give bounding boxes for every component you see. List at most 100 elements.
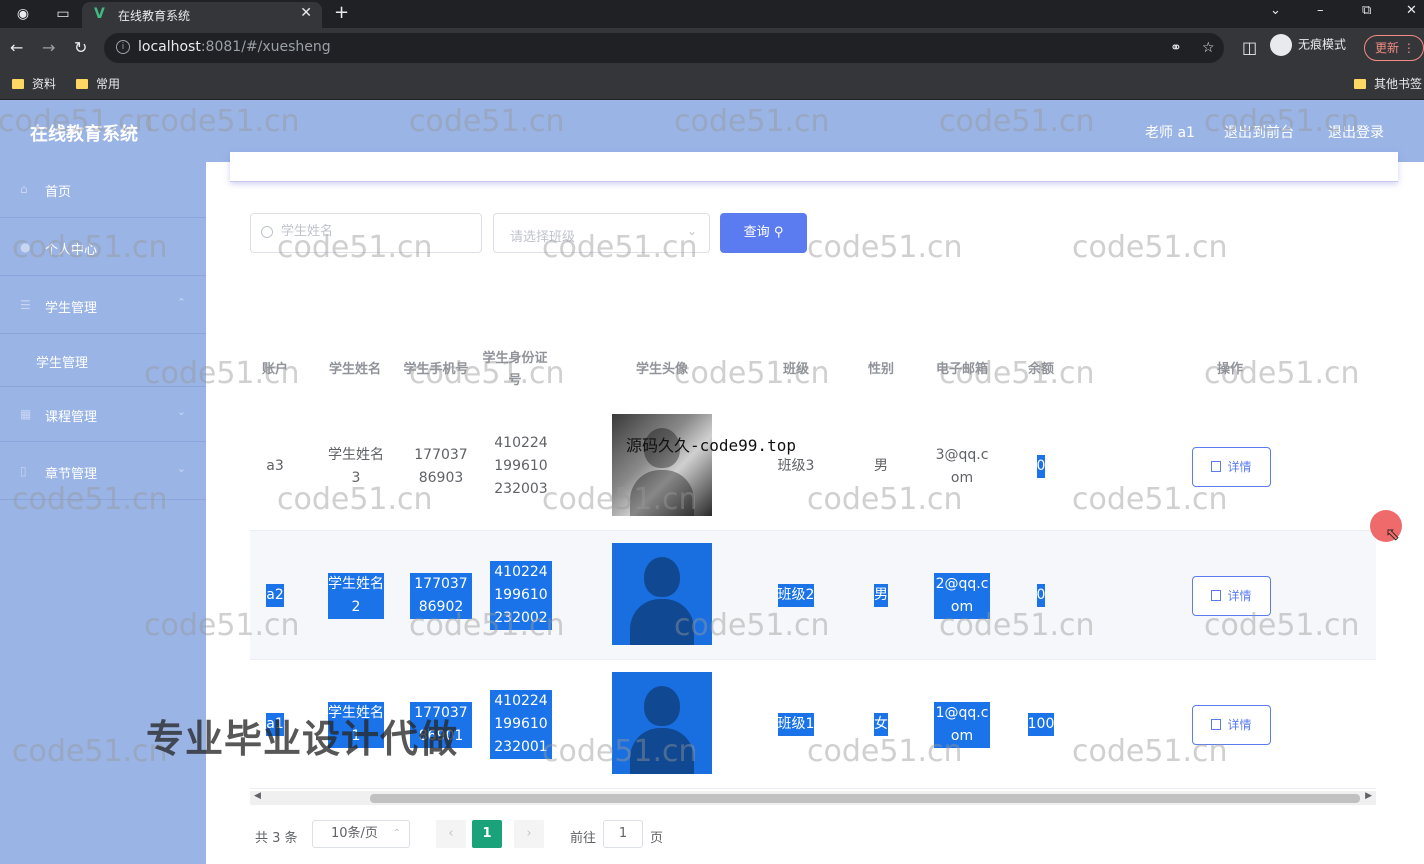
sidebar-item-course-management[interactable]: ▦ 课程管理 ⌄ <box>0 386 206 442</box>
cell-email: 1@qq.com <box>934 660 990 789</box>
class-select-placeholder: 请选择班级 <box>510 230 576 245</box>
browser-menu-icon[interactable]: ◉ <box>14 5 32 23</box>
col-header-gender: 性别 <box>867 362 894 377</box>
chevron-down-icon: ⌄ <box>176 405 186 418</box>
scrollbar-thumb[interactable] <box>370 794 1360 803</box>
name-value: 学生姓名2 <box>328 572 384 619</box>
bookmark-folder-changyong[interactable]: 常用 <box>76 75 120 92</box>
chevron-up-icon: ⌃ <box>176 296 186 309</box>
student-name-search[interactable] <box>250 213 482 253</box>
star-icon[interactable]: ☆ <box>1202 40 1215 56</box>
browser-tab-bar: ◉ ▭ V 在线教育系统 ✕ + ⌄ – ⧉ ✕ <box>0 0 1424 28</box>
page-size-select[interactable]: 10条/页 ⌃ <box>312 820 410 848</box>
goto-label: 前往 <box>570 831 597 846</box>
vue-favicon-icon: V <box>94 6 105 22</box>
chevron-up-icon: ⌃ <box>392 828 401 839</box>
detail-button[interactable]: 详情 <box>1192 447 1271 487</box>
page-suffix: 页 <box>650 831 664 846</box>
scroll-left-icon[interactable]: ◀ <box>254 791 261 801</box>
overlay-code-text: 源码久久-code99.top <box>626 436 796 455</box>
sidebar-item-home[interactable]: ⌂ 首页 <box>0 162 206 218</box>
cell-phone: 17703786902 <box>410 531 472 660</box>
student-avatar <box>612 414 712 516</box>
bookmark-label: 资料 <box>32 77 57 91</box>
goto-page-input[interactable]: 1 <box>603 820 643 848</box>
grid-icon: ▦ <box>20 407 32 421</box>
bookmarks-bar: 资料 常用 其他书签 <box>0 68 1424 100</box>
logout-link[interactable]: 退出登录 <box>1328 122 1384 142</box>
detail-label: 详情 <box>1227 589 1252 603</box>
cell-balance: 0 <box>1006 402 1076 531</box>
cell-balance: 0 <box>1006 531 1076 660</box>
scroll-right-icon[interactable]: ▶ <box>1365 791 1372 801</box>
tab-search-icon[interactable]: ⌄ <box>1270 3 1281 18</box>
page-number-current[interactable]: 1 <box>472 820 502 848</box>
detail-button[interactable]: 详情 <box>1192 705 1271 745</box>
menu-icon: ☰ <box>20 298 31 312</box>
home-icon: ⌂ <box>20 182 28 196</box>
back-to-front-link[interactable]: 退出到前台 <box>1224 122 1294 142</box>
col-header-name: 学生姓名 <box>328 362 381 377</box>
promo-overlay-text: 专业毕业设计代做 <box>146 717 459 761</box>
detail-button[interactable]: 详情 <box>1192 576 1271 616</box>
mouse-cursor-icon: ⬁ <box>1385 524 1401 545</box>
col-header-account: 账户 <box>261 362 288 377</box>
url-bar[interactable]: i localhost:8081/#/xuesheng ⚭ ☆ <box>104 33 1224 63</box>
col-header-email: 电子邮箱 <box>935 362 988 377</box>
url-path: :8081/#/xuesheng <box>200 39 331 55</box>
new-tab-icon[interactable]: + <box>334 2 349 23</box>
minimize-icon[interactable]: – <box>1317 3 1324 18</box>
gender-value: 女 <box>874 713 888 736</box>
idcard-value: 410224199610232003 <box>494 435 548 497</box>
sidebar-item-chapter-management[interactable]: ▯ 章节管理 ⌄ <box>0 444 206 500</box>
col-header-avatar: 学生头像 <box>635 362 688 377</box>
forward-icon[interactable]: → <box>42 38 55 57</box>
email-value: 3@qq.com <box>935 446 989 486</box>
url-text: localhost:8081/#/xuesheng <box>138 39 331 55</box>
col-header-idcard: 学生身份证号 <box>482 351 548 388</box>
cell-class: 班级2 <box>756 531 836 660</box>
bookmark-label: 其他书签 <box>1374 77 1423 91</box>
update-button[interactable]: 更新 ⋮ <box>1364 35 1424 61</box>
col-header-phone: 学生手机号 <box>403 362 469 377</box>
query-button[interactable]: 查询 ⚲ <box>720 213 807 253</box>
close-tab-icon[interactable]: ✕ <box>300 5 312 21</box>
cell-gender: 女 <box>846 660 916 789</box>
browser-tab-active[interactable]: V 在线教育系统 ✕ <box>82 2 322 28</box>
gender-value: 男 <box>874 458 888 474</box>
back-icon[interactable]: ← <box>10 38 23 57</box>
table-horizontal-scrollbar[interactable]: ◀ ▶ <box>250 791 1376 805</box>
search-icon: ⚲ <box>773 225 784 240</box>
cell-idcard: 410224199610232003 <box>490 402 552 531</box>
bookmark-folder-ziliao[interactable]: 资料 <box>12 75 56 92</box>
phone-value: 17703786902 <box>410 572 472 619</box>
cell-account: a2 <box>250 531 300 660</box>
sidebar-subitem-student-management[interactable]: 学生管理 <box>0 334 206 386</box>
breadcrumb-card <box>230 152 1398 182</box>
current-user: 老师 a1 <box>1145 125 1195 141</box>
sidebar-toggle-icon[interactable]: ◫ <box>1242 38 1257 57</box>
key-icon[interactable]: ⚭ <box>1170 40 1182 56</box>
url-host: localhost <box>138 39 201 55</box>
sidebar-item-profile[interactable]: ● 个人中心 <box>0 220 206 276</box>
reload-icon[interactable]: ↻ <box>74 38 87 57</box>
bookmark-folder-other[interactable]: 其他书签 <box>1354 75 1422 92</box>
next-page-button[interactable]: › <box>514 820 544 848</box>
cell-idcard: 410224199610232002 <box>490 531 552 660</box>
table-row: a3 学生姓名3 17703786903 410224199610232003 … <box>250 402 1376 531</box>
table-row: a2 学生姓名2 17703786902 410224199610232002 … <box>250 531 1376 660</box>
prev-page-button[interactable]: ‹ <box>436 820 466 848</box>
site-info-icon[interactable]: i <box>116 40 130 54</box>
account-value: a2 <box>266 584 284 607</box>
incognito-indicator[interactable]: 无痕模式 <box>1270 34 1346 56</box>
doc-icon: ▯ <box>20 464 27 478</box>
avatar-body <box>630 599 694 645</box>
maximize-icon[interactable]: ⧉ <box>1362 3 1371 18</box>
sidebar-item-label: 课程管理 <box>45 410 98 425</box>
student-name-input[interactable] <box>281 224 471 239</box>
avatar-head <box>644 557 680 597</box>
window-close-icon[interactable]: ✕ <box>1406 3 1417 18</box>
tab-list-icon[interactable]: ▭ <box>54 5 72 23</box>
class-select[interactable]: 请选择班级 ⌄ <box>493 213 710 253</box>
sidebar-item-student-management[interactable]: ☰ 学生管理 ⌃ <box>0 278 206 334</box>
